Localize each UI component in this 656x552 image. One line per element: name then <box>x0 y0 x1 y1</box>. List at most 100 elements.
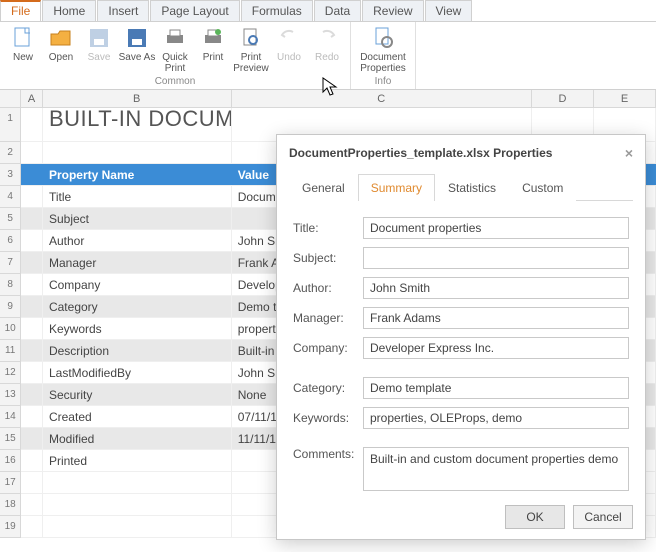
cell[interactable]: Created <box>43 406 232 428</box>
tab-data[interactable]: Data <box>314 0 361 21</box>
cell[interactable] <box>21 494 43 516</box>
title-field[interactable] <box>363 217 629 239</box>
row-header[interactable]: 7 <box>0 252 21 274</box>
save-as-button[interactable]: Save As <box>118 24 156 75</box>
row-header[interactable]: 4 <box>0 186 21 208</box>
print-button[interactable]: Print <box>194 24 232 75</box>
col-header-a[interactable]: A <box>21 90 42 107</box>
cell[interactable] <box>21 186 43 208</box>
cell[interactable] <box>21 142 43 164</box>
cell[interactable]: Company <box>43 274 232 296</box>
dialog-tab-custom[interactable]: Custom <box>509 174 576 201</box>
cell[interactable] <box>21 362 43 384</box>
keywords-field[interactable] <box>363 407 629 429</box>
cell[interactable] <box>21 296 43 318</box>
cell[interactable] <box>21 340 43 362</box>
dialog-tab-summary[interactable]: Summary <box>358 174 435 201</box>
row-header[interactable]: 6 <box>0 230 21 252</box>
tab-file[interactable]: File <box>0 0 41 21</box>
cell[interactable] <box>21 208 43 230</box>
col-header-b[interactable]: B <box>43 90 232 107</box>
cell[interactable]: Description <box>43 340 232 362</box>
manager-field[interactable] <box>363 307 629 329</box>
cancel-button[interactable]: Cancel <box>573 505 633 529</box>
row-header[interactable]: 5 <box>0 208 21 230</box>
row-header[interactable]: 14 <box>0 406 21 428</box>
cell[interactable] <box>43 472 232 494</box>
row-header[interactable]: 9 <box>0 296 21 318</box>
row-header[interactable]: 19 <box>0 516 21 538</box>
redo-button[interactable]: Redo <box>308 24 346 75</box>
open-icon <box>49 26 73 50</box>
dialog-tab-general[interactable]: General <box>289 174 358 201</box>
close-icon[interactable]: × <box>625 145 633 161</box>
company-field[interactable] <box>363 337 629 359</box>
undo-button[interactable]: Undo <box>270 24 308 75</box>
redo-icon <box>315 26 339 50</box>
row-header[interactable]: 15 <box>0 428 21 450</box>
author-field[interactable] <box>363 277 629 299</box>
cell[interactable] <box>21 318 43 340</box>
col-header-corner[interactable] <box>0 90 21 107</box>
cell[interactable]: Subject <box>43 208 232 230</box>
col-header-e[interactable]: E <box>594 90 656 107</box>
tab-formulas[interactable]: Formulas <box>241 0 313 21</box>
cell[interactable]: Security <box>43 384 232 406</box>
cell[interactable] <box>21 428 43 450</box>
ok-button[interactable]: OK <box>505 505 565 529</box>
tab-home[interactable]: Home <box>42 0 96 21</box>
cell[interactable] <box>21 516 43 538</box>
quick-print-icon <box>163 26 187 50</box>
cell[interactable]: Keywords <box>43 318 232 340</box>
document-properties-button[interactable]: Document Properties <box>355 24 411 75</box>
cell[interactable] <box>43 142 232 164</box>
quick-print-button[interactable]: Quick Print <box>156 24 194 75</box>
cell[interactable] <box>21 108 43 142</box>
cell[interactable] <box>21 230 43 252</box>
col-header-d[interactable]: D <box>532 90 594 107</box>
author-label: Author: <box>293 281 363 295</box>
category-field[interactable] <box>363 377 629 399</box>
cell[interactable] <box>21 450 43 472</box>
cell[interactable]: Manager <box>43 252 232 274</box>
tab-review[interactable]: Review <box>362 0 423 21</box>
print-preview-icon <box>239 26 263 50</box>
row-header[interactable]: 1 <box>0 108 21 142</box>
cell[interactable]: Author <box>43 230 232 252</box>
row-header[interactable]: 2 <box>0 142 21 164</box>
cell[interactable]: Printed <box>43 450 232 472</box>
tab-page-layout[interactable]: Page Layout <box>150 0 239 21</box>
cell[interactable] <box>21 472 43 494</box>
comments-field[interactable] <box>363 447 629 491</box>
row-header[interactable]: 18 <box>0 494 21 516</box>
cell[interactable]: LastModifiedBy <box>43 362 232 384</box>
cell[interactable]: Category <box>43 296 232 318</box>
cell[interactable] <box>21 406 43 428</box>
dialog-tab-statistics[interactable]: Statistics <box>435 174 509 201</box>
open-button[interactable]: Open <box>42 24 80 75</box>
row-header[interactable]: 3 <box>0 164 21 186</box>
cell[interactable]: BUILT-IN DOCUMENT PROPERTIES <box>43 108 232 142</box>
cell[interactable] <box>21 274 43 296</box>
new-button[interactable]: New <box>4 24 42 75</box>
column-headers: A B C D E <box>0 90 656 108</box>
row-header[interactable]: 16 <box>0 450 21 472</box>
row-header[interactable]: 13 <box>0 384 21 406</box>
row-header[interactable]: 11 <box>0 340 21 362</box>
row-header[interactable]: 8 <box>0 274 21 296</box>
print-preview-button[interactable]: Print Preview <box>232 24 270 75</box>
col-header-c[interactable]: C <box>232 90 532 107</box>
row-header[interactable]: 17 <box>0 472 21 494</box>
cell[interactable] <box>43 516 232 538</box>
row-header[interactable]: 10 <box>0 318 21 340</box>
cell[interactable]: Title <box>43 186 232 208</box>
cell[interactable] <box>21 384 43 406</box>
subject-field[interactable] <box>363 247 629 269</box>
tab-insert[interactable]: Insert <box>97 0 149 21</box>
tab-view[interactable]: View <box>425 0 473 21</box>
cell[interactable]: Modified <box>43 428 232 450</box>
save-button[interactable]: Save <box>80 24 118 75</box>
row-header[interactable]: 12 <box>0 362 21 384</box>
cell[interactable] <box>21 252 43 274</box>
cell[interactable] <box>43 494 232 516</box>
